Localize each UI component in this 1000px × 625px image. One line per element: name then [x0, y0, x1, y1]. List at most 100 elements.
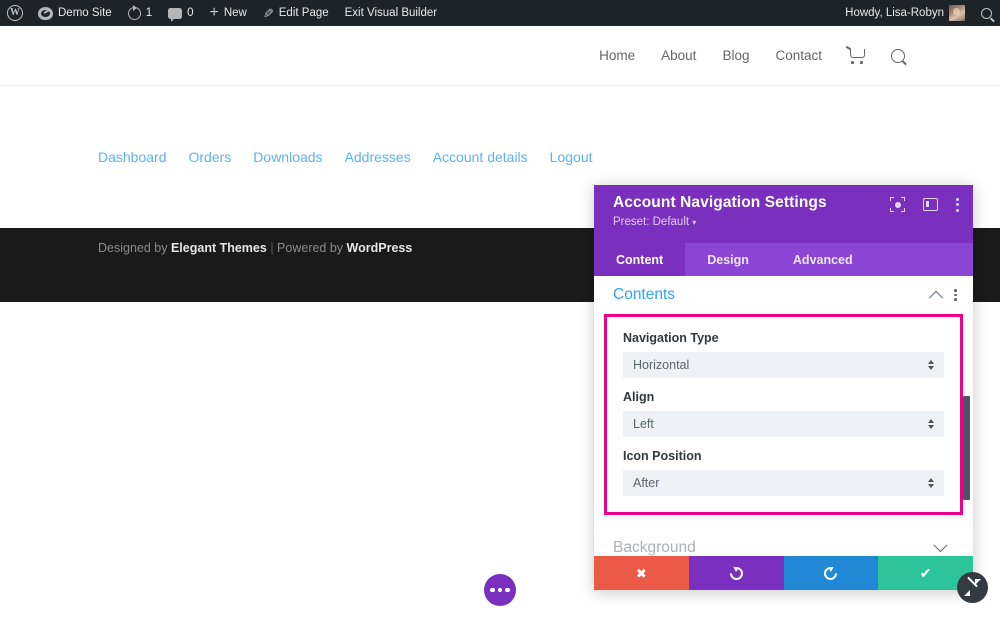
admin-bar-updates[interactable]: 1 — [120, 0, 160, 26]
ellipsis-icon-dot — [490, 587, 495, 593]
label-align: Align — [623, 390, 655, 404]
nav-item-contact[interactable]: Contact — [775, 48, 822, 63]
admin-bar-new[interactable]: + New — [202, 0, 255, 26]
section-header-contents[interactable]: Contents — [594, 276, 973, 314]
updates-count: 1 — [145, 7, 153, 19]
preset-selector[interactable]: Preset: Default ▾ — [613, 216, 957, 228]
field-icon-position: Icon Position After — [623, 449, 944, 496]
footer-separator: | — [266, 241, 278, 255]
resize-diagonal-icon — [964, 579, 981, 596]
preset-label: Preset: Default — [613, 216, 690, 228]
account-link-account-details[interactable]: Account details — [433, 149, 528, 165]
layout-panel-icon[interactable] — [923, 198, 938, 211]
footer-prefix: Designed by — [98, 241, 171, 255]
dashboard-icon — [38, 6, 53, 20]
close-icon — [636, 566, 647, 581]
section-header-background[interactable]: Background — [594, 529, 973, 556]
avatar — [949, 5, 965, 21]
comments-count: 0 — [187, 7, 194, 19]
modal-footer — [594, 556, 973, 590]
cart-wheels — [851, 61, 863, 64]
site-name-label: Demo Site — [58, 7, 112, 19]
account-link-logout[interactable]: Logout — [550, 149, 593, 165]
account-link-addresses[interactable]: Addresses — [345, 149, 411, 165]
redo-icon — [821, 563, 841, 583]
module-settings-modal: Account Navigation Settings Preset: Defa… — [594, 185, 973, 590]
primary-navigation: Home About Blog Contact — [599, 48, 1000, 64]
search-icon[interactable] — [891, 48, 905, 63]
icon-position-select[interactable]: After — [623, 470, 944, 496]
footer-brand-wordpress[interactable]: WordPress — [347, 241, 413, 255]
chevron-down-icon[interactable] — [933, 538, 948, 553]
account-navigation-module: Dashboard Orders Downloads Addresses Acc… — [98, 149, 593, 165]
check-icon — [920, 566, 932, 581]
select-stepper-icon — [928, 360, 934, 370]
updates-icon — [127, 5, 141, 20]
modal-header-actions — [890, 197, 959, 212]
navigation-type-value: Horizontal — [633, 358, 690, 372]
more-vertical-icon[interactable] — [956, 197, 959, 212]
ellipsis-icon-dot — [497, 587, 503, 593]
undo-icon — [726, 563, 746, 583]
screen: W Demo Site 1 0 + New ✎ Edit Page Exit V… — [0, 0, 1000, 625]
chevron-down-icon: ▾ — [692, 218, 697, 227]
label-navigation-type: Navigation Type — [623, 331, 719, 345]
chevron-up-icon[interactable] — [929, 290, 944, 305]
navigation-type-select[interactable]: Horizontal — [623, 352, 944, 378]
admin-bar-comments[interactable]: 0 — [160, 0, 201, 26]
pencil-icon: ✎ — [262, 5, 274, 21]
wordpress-logo-button[interactable]: W — [0, 0, 30, 26]
redo-button[interactable] — [783, 556, 879, 590]
focus-target-icon[interactable] — [890, 197, 905, 212]
howdy-label: Howdy, Lisa-Robyn — [845, 7, 944, 19]
tab-content[interactable]: Content — [594, 243, 686, 276]
modal-header: Account Navigation Settings Preset: Defa… — [594, 185, 973, 243]
align-select[interactable]: Left — [623, 411, 944, 437]
select-stepper-icon — [928, 478, 934, 488]
ellipsis-icon-dot — [505, 587, 510, 593]
admin-bar-edit-page[interactable]: ✎ Edit Page — [255, 0, 337, 26]
section-title-contents: Contents — [613, 286, 676, 303]
account-link-orders[interactable]: Orders — [189, 149, 232, 165]
footer-credit: Designed by Elegant Themes | Powered by … — [98, 241, 412, 255]
icon-position-value: After — [633, 476, 660, 490]
cancel-button[interactable] — [594, 556, 689, 590]
modal-resize-handle[interactable] — [957, 572, 988, 603]
section-more-icon[interactable] — [954, 288, 957, 302]
admin-bar-search-button[interactable] — [973, 0, 1000, 26]
modal-body: Contents Navigation Type Horizontal Alig… — [594, 276, 973, 556]
highlighted-settings-group: Navigation Type Horizontal Align Left Ic… — [604, 314, 963, 515]
modal-scrollbar[interactable] — [963, 396, 970, 500]
exit-visual-builder-label: Exit Visual Builder — [344, 7, 438, 19]
admin-bar-account[interactable]: Howdy, Lisa-Robyn — [837, 0, 973, 26]
edit-page-label: Edit Page — [278, 7, 329, 19]
nav-item-home[interactable]: Home — [599, 48, 635, 63]
footer-middle: Powered by — [277, 241, 347, 255]
visual-builder-fab[interactable] — [484, 574, 516, 606]
footer-brand-elegant-themes[interactable]: Elegant Themes — [171, 241, 267, 255]
modal-tab-bar: Content Design Advanced — [594, 243, 973, 276]
nav-item-about[interactable]: About — [661, 48, 696, 63]
admin-bar-site-name[interactable]: Demo Site — [30, 0, 120, 26]
nav-item-blog[interactable]: Blog — [722, 48, 749, 63]
account-link-dashboard[interactable]: Dashboard — [98, 149, 167, 165]
label-icon-position: Icon Position — [623, 449, 702, 463]
new-label: New — [223, 7, 247, 19]
tab-advanced[interactable]: Advanced — [771, 243, 875, 276]
tab-design[interactable]: Design — [685, 243, 771, 276]
align-value: Left — [633, 417, 654, 431]
field-navigation-type: Navigation Type Horizontal — [623, 331, 944, 378]
select-stepper-icon — [928, 419, 934, 429]
plus-icon: + — [209, 4, 219, 21]
cart-icon[interactable] — [848, 48, 865, 64]
section-title-background: Background — [613, 539, 696, 556]
search-icon — [981, 7, 992, 19]
comments-icon — [168, 7, 183, 22]
undo-button[interactable] — [688, 556, 784, 590]
site-header: Home About Blog Contact — [0, 26, 1000, 86]
wp-admin-bar: W Demo Site 1 0 + New ✎ Edit Page Exit V… — [0, 0, 1000, 26]
field-align: Align Left — [623, 390, 944, 437]
wordpress-logo-icon: W — [7, 5, 23, 21]
admin-bar-exit-visual-builder[interactable]: Exit Visual Builder — [337, 0, 445, 26]
account-link-downloads[interactable]: Downloads — [253, 149, 322, 165]
